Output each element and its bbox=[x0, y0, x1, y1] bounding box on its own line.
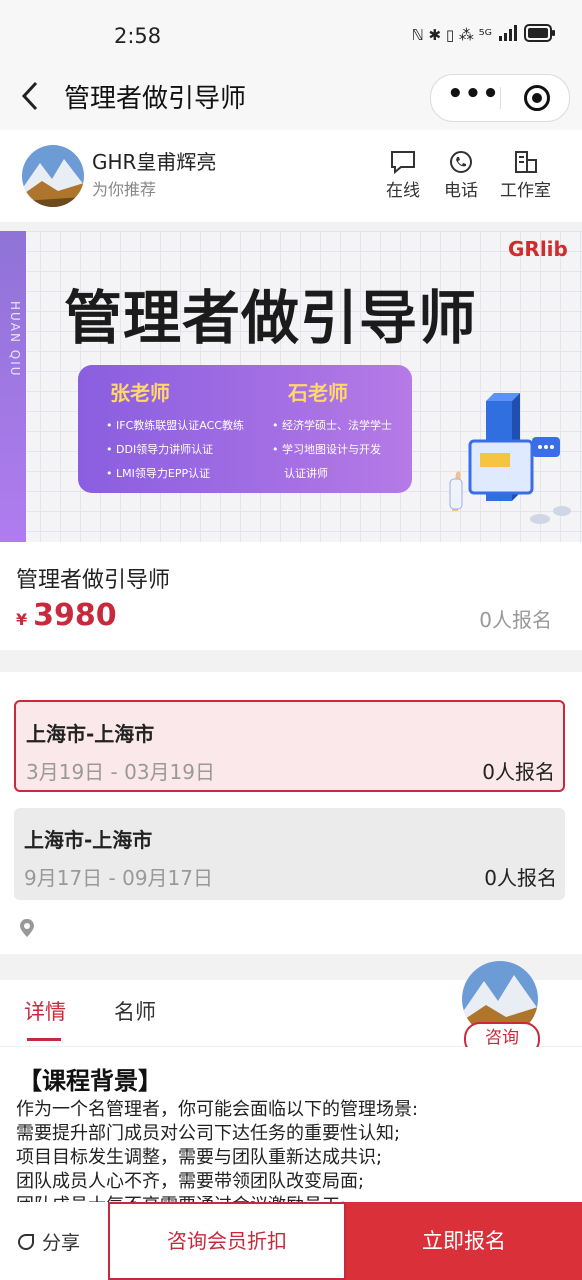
brand-logo: GRlib bbox=[508, 237, 568, 261]
mountain-avatar-icon bbox=[22, 145, 84, 207]
session-dates: 9月17日 - 09月17日 bbox=[24, 866, 214, 890]
price-value: 3980 bbox=[33, 598, 117, 633]
back-button[interactable] bbox=[20, 80, 40, 120]
session-list: 上海市-上海市 3月19日 - 03月19日 0人报名 上海市-上海市 9月17… bbox=[0, 672, 582, 954]
org-avatar[interactable] bbox=[22, 145, 84, 207]
tab-details[interactable]: 详情 bbox=[24, 996, 66, 1026]
banner-title: 管理者做引导师 bbox=[64, 284, 478, 352]
teacher-1-item: • IFC教练联盟认证ACC教练 bbox=[106, 419, 244, 432]
teacher-card: 张老师 • IFC教练联盟认证ACC教练 • DDI领导力讲师认证 • LMI领… bbox=[78, 365, 412, 493]
share-label: 分享 bbox=[42, 1232, 81, 1254]
tab-teachers[interactable]: 名师 bbox=[114, 996, 156, 1026]
more-button[interactable]: ••• bbox=[447, 79, 500, 109]
course-description: 【课程背景】 作为一个名管理者，你可能会面临以下的管理场景: 需要提升部门成员对… bbox=[0, 1047, 582, 1207]
status-bar: 2:58 ℕ ✱ ▯ ⁂ ⁵ᴳ bbox=[0, 0, 582, 66]
location-pin-icon[interactable] bbox=[18, 918, 36, 942]
member-discount-button[interactable]: 咨询会员折扣 bbox=[108, 1202, 346, 1280]
building-icon bbox=[514, 151, 537, 173]
battery-icon bbox=[524, 24, 556, 46]
course-info: 管理者做引导师 ¥3980 0人报名 bbox=[0, 542, 582, 650]
status-time: 2:58 bbox=[114, 24, 162, 48]
session-city: 上海市-上海市 bbox=[24, 828, 153, 852]
banner-illustration bbox=[449, 393, 571, 524]
share-button[interactable]: 分享 bbox=[16, 1228, 80, 1255]
teacher-name-1: 张老师 bbox=[110, 381, 170, 405]
org-name: GHR皇甫辉亮 bbox=[92, 150, 217, 174]
description-line: 作为一个名管理者，你可能会面临以下的管理场景: bbox=[16, 1099, 419, 1120]
description-line: 团队成员人心不齐，需要带领团队改变局面; bbox=[16, 1171, 365, 1192]
session-dates: 3月19日 - 03月19日 bbox=[26, 760, 216, 784]
phone-icon bbox=[450, 151, 472, 173]
chevron-left-icon bbox=[21, 81, 38, 111]
phone-label: 电话 bbox=[444, 181, 478, 201]
section-title: 【课程背景】 bbox=[18, 1067, 162, 1095]
teacher-2-item: • 学习地图设计与开发 bbox=[272, 443, 381, 456]
teacher-2-item: • 经济学硕士、法学学士 bbox=[272, 419, 392, 432]
studio-label: 工作室 bbox=[500, 181, 551, 201]
teacher-1-item: • LMI领导力EPP认证 bbox=[106, 467, 211, 480]
session-item[interactable]: 上海市-上海市 9月17日 - 09月17日 0人报名 bbox=[14, 808, 565, 900]
signal-icon bbox=[498, 25, 518, 45]
session-item-selected[interactable]: 上海市-上海市 3月19日 - 03月19日 0人报名 bbox=[14, 700, 565, 792]
signup-count: 0人报名 bbox=[479, 608, 552, 632]
org-subtitle: 为你推荐 bbox=[92, 180, 157, 199]
signup-now-button[interactable]: 立即报名 bbox=[346, 1202, 582, 1280]
bottom-action-bar: 分享 咨询会员折扣 立即报名 bbox=[0, 1202, 582, 1280]
capsule-divider bbox=[500, 87, 501, 109]
teacher-2-item: 认证讲师 bbox=[284, 467, 328, 480]
currency-symbol: ¥ bbox=[16, 610, 28, 629]
chat-bubble-icon bbox=[391, 151, 415, 174]
online-label: 在线 bbox=[386, 181, 420, 201]
phone-button[interactable]: 电话 bbox=[444, 150, 478, 201]
studio-button[interactable]: 工作室 bbox=[500, 150, 551, 201]
teacher-name-2: 石老师 bbox=[288, 381, 348, 405]
course-price: ¥3980 bbox=[16, 598, 117, 633]
close-target-icon[interactable] bbox=[524, 85, 550, 111]
session-count: 0人报名 bbox=[484, 866, 557, 890]
page-title: 管理者做引导师 bbox=[64, 84, 247, 114]
session-city: 上海市-上海市 bbox=[26, 722, 155, 746]
org-header: GHR皇甫辉亮 为你推荐 在线 电话 工作室 bbox=[0, 130, 582, 222]
banner-side-strip bbox=[0, 231, 26, 542]
status-icons: ℕ ✱ ▯ ⁂ ⁵ᴳ bbox=[412, 24, 556, 46]
mini-program-capsule: ••• bbox=[430, 74, 570, 122]
nav-bar: 管理者做引导师 ••• bbox=[0, 66, 582, 130]
session-count: 0人报名 bbox=[482, 760, 555, 784]
active-tab-indicator bbox=[27, 1038, 61, 1041]
description-line: 项目目标发生调整，需要与团队重新达成共识; bbox=[16, 1147, 383, 1168]
network-icons: ℕ ✱ ▯ ⁂ ⁵ᴳ bbox=[411, 26, 492, 44]
banner-side-text: HUAN QIU bbox=[8, 301, 22, 378]
share-icon bbox=[18, 1234, 34, 1250]
course-banner[interactable]: HUAN QIU GRlib 管理者做引导师 张老师 • IFC教练联盟认证AC… bbox=[0, 231, 582, 542]
online-chat-button[interactable]: 在线 bbox=[386, 150, 420, 201]
description-line: 需要提升部门成员对公司下达任务的重要性认知; bbox=[16, 1123, 401, 1144]
teacher-1-item: • DDI领导力讲师认证 bbox=[106, 443, 214, 456]
course-title: 管理者做引导师 bbox=[16, 568, 171, 593]
